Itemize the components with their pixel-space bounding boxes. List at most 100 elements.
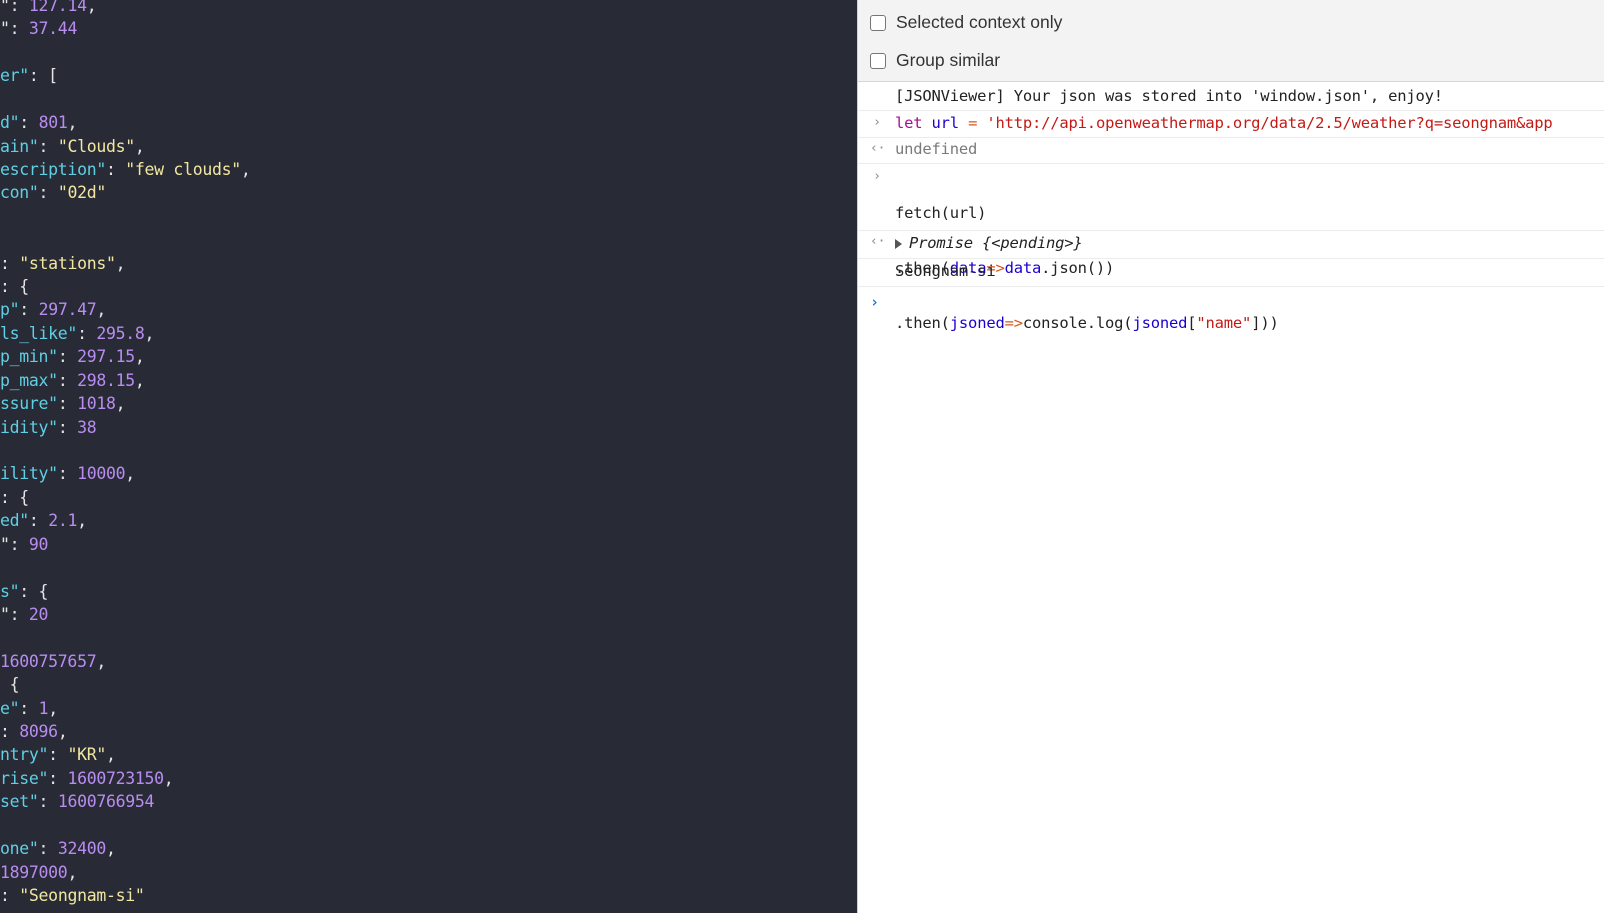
- group-similar-checkbox[interactable]: [870, 52, 886, 69]
- json-number: 37.44: [28, 19, 78, 39]
- json-key: idity": [0, 417, 58, 437]
- console-message-jsonviewer: [JSONViewer] Your json was stored into '…: [858, 83, 1604, 111]
- json-punctuation: ,: [134, 136, 145, 156]
- json-line: ed": 2.1,: [0, 509, 87, 533]
- console-log-text: Seongnam-si: [895, 262, 996, 280]
- json-line: ": 37.44: [0, 17, 77, 41]
- group-similar-label: Group similar: [896, 50, 1001, 70]
- json-key: p_min": [0, 347, 58, 367]
- code-line-3: .then(jsoned=>console.log(jsoned["name"]…: [895, 314, 1279, 332]
- json-punctuation: ,: [134, 370, 145, 390]
- json-punctuation: :: [38, 136, 58, 156]
- json-line: 1897000,: [0, 861, 77, 885]
- json-key: p": [0, 300, 20, 320]
- json-line: 1600757657,: [0, 650, 106, 674]
- json-punctuation: ,: [106, 745, 116, 765]
- json-punctuation: :: [0, 885, 20, 905]
- json-punctuation: :: [0, 722, 20, 742]
- json-line: : "stations",: [0, 252, 126, 276]
- json-line: : "Seongnam-si": [0, 884, 145, 908]
- json-punctuation: :: [0, 253, 20, 273]
- json-punctuation: ,: [144, 323, 155, 343]
- json-line: escription": "few clouds",: [0, 158, 251, 182]
- selected-context-only-option[interactable]: Selected context only: [870, 12, 1062, 33]
- json-string: "02d": [57, 183, 106, 203]
- json-punctuation: :: [19, 698, 39, 718]
- json-punctuation: ":: [0, 534, 29, 554]
- console-output-promise[interactable]: ‹· Promise {<pending>}: [858, 231, 1604, 259]
- json-key: set": [0, 792, 39, 812]
- output-arrow-icon: ‹·: [870, 234, 886, 249]
- json-punctuation: ,: [115, 253, 126, 273]
- json-line: ssure": 1018,: [0, 392, 126, 416]
- json-punctuation: ,: [106, 839, 116, 859]
- json-line: idity": 38: [0, 416, 97, 440]
- json-punctuation: ,: [96, 651, 106, 671]
- json-line: ": 127.14,: [0, 0, 97, 18]
- json-punctuation: ,: [115, 394, 126, 414]
- keyword-let: let: [895, 114, 923, 132]
- json-punctuation: ,: [134, 347, 145, 367]
- json-line: con": "02d": [0, 181, 106, 205]
- json-key: ain": [0, 136, 39, 156]
- json-punctuation: ":: [0, 19, 29, 39]
- json-number: 127.14: [28, 0, 87, 15]
- json-number: 1018: [77, 394, 116, 414]
- console-log-text: [JSONViewer] Your json was stored into '…: [895, 87, 1443, 105]
- json-key: ls_like": [0, 323, 78, 343]
- json-key: p_max": [0, 370, 58, 390]
- json-punctuation: :: [57, 417, 78, 437]
- console-input-fetch[interactable]: › fetch(url) .then(data=>data.json()) .t…: [858, 164, 1604, 332]
- group-similar-option[interactable]: Group similar: [870, 50, 1000, 71]
- json-punctuation: : {: [0, 277, 29, 297]
- json-line: : {: [0, 486, 29, 510]
- json-punctuation: :: [38, 183, 58, 203]
- json-key: ntry": [0, 745, 49, 765]
- json-key: er": [0, 66, 29, 86]
- json-number: 295.8: [96, 323, 145, 343]
- json-key: escription": [0, 159, 106, 179]
- json-line: rise": 1600723150,: [0, 767, 174, 791]
- json-key: d": [0, 113, 20, 133]
- promise-state: {<pending>}: [982, 234, 1083, 252]
- json-line: set": 1600766954: [0, 790, 154, 814]
- json-punctuation: :: [57, 370, 78, 390]
- json-punctuation: :: [48, 745, 68, 765]
- json-line: ls_like": 295.8,: [0, 322, 154, 346]
- json-key: rise": [0, 768, 49, 788]
- console-output-text: undefined: [895, 140, 978, 158]
- json-string: "Seongnam-si": [19, 885, 145, 905]
- json-line: e": 1,: [0, 697, 58, 721]
- json-key: ility": [0, 464, 58, 484]
- console-prompt[interactable]: ›: [858, 290, 1604, 314]
- json-key: one": [0, 839, 39, 859]
- console-input-code: let url = 'http://api.openweathermap.org…: [895, 114, 1553, 132]
- json-punctuation: ,: [67, 862, 78, 882]
- expand-triangle-icon[interactable]: [895, 238, 902, 249]
- json-punctuation: : {: [19, 581, 49, 601]
- json-punctuation: ,: [67, 113, 78, 133]
- json-number: 297.47: [38, 300, 97, 320]
- json-line: : 8096,: [0, 720, 68, 744]
- console-input-field[interactable]: [895, 290, 1594, 314]
- selected-context-only-checkbox[interactable]: [870, 14, 886, 31]
- json-string: "Clouds": [57, 136, 135, 156]
- code-line-1: fetch(url): [895, 204, 987, 222]
- console-message-log: Seongnam-si: [858, 259, 1604, 287]
- json-punctuation: :: [19, 113, 39, 133]
- promise-object[interactable]: Promise {<pending>}: [895, 234, 1083, 252]
- json-number: 801: [38, 113, 68, 133]
- json-punctuation: ,: [77, 511, 87, 531]
- json-line: ain": "Clouds",: [0, 135, 145, 159]
- console-input-let-url[interactable]: › let url = 'http://api.openweathermap.o…: [858, 111, 1604, 138]
- input-chevron-icon: ›: [873, 115, 881, 130]
- json-punctuation: :: [28, 511, 49, 531]
- json-punctuation: :: [48, 768, 68, 788]
- json-punctuation: :: [38, 839, 58, 859]
- devtools-console: Selected context only Group similar [JSO…: [857, 0, 1604, 913]
- json-line: one": 32400,: [0, 837, 116, 861]
- json-punctuation: :: [105, 159, 126, 179]
- json-punctuation: ,: [240, 159, 251, 179]
- json-punctuation: ":: [0, 604, 29, 624]
- json-punctuation: :: [57, 394, 78, 414]
